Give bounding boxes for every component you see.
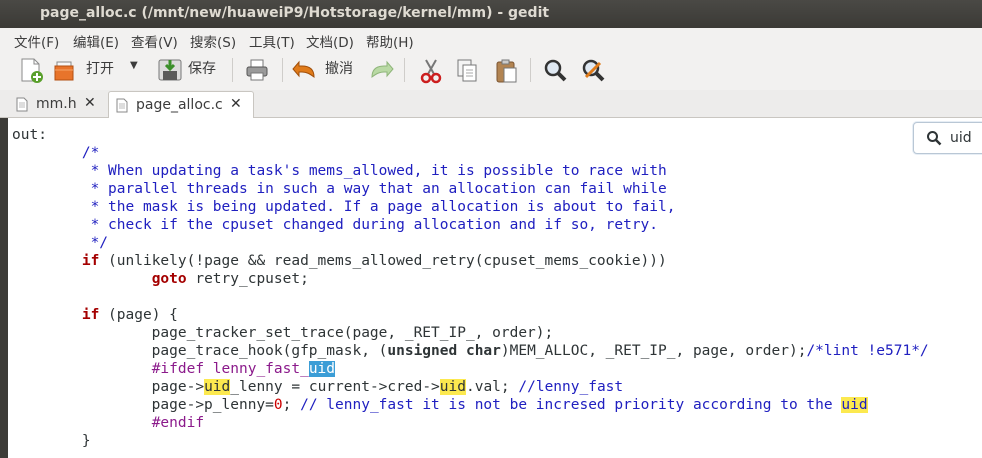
menu-file[interactable]: 文件(F) <box>14 31 59 51</box>
search-icon <box>927 131 942 146</box>
document-icon <box>116 98 128 113</box>
menu-help[interactable]: 帮助(H) <box>366 31 414 51</box>
code-view[interactable]: out: /* * When updating a task's mems_al… <box>12 126 929 450</box>
save-icon[interactable] <box>156 56 184 84</box>
find-icon[interactable] <box>542 57 568 85</box>
cut-icon[interactable] <box>418 57 444 85</box>
tab-bar: mm.h ✕ page_alloc.c ✕ <box>0 90 982 118</box>
toolbar-separator <box>282 58 283 82</box>
window-title: page_alloc.c (/mnt/new/huaweiP9/Hotstora… <box>40 5 550 21</box>
paste-icon[interactable] <box>494 57 520 85</box>
document-icon <box>16 97 28 112</box>
chevron-down-icon[interactable]: ▼ <box>130 60 138 71</box>
tab-page-alloc-c[interactable]: page_alloc.c ✕ <box>108 91 254 118</box>
menu-edit[interactable]: 编辑(E) <box>73 31 119 51</box>
tab-label: page_alloc.c <box>136 97 223 113</box>
open-icon[interactable] <box>52 56 80 84</box>
menu-search[interactable]: 搜索(S) <box>190 31 236 51</box>
redo-icon[interactable] <box>366 58 394 82</box>
menu-view[interactable]: 查看(V) <box>131 31 178 51</box>
title-bar: page_alloc.c (/mnt/new/huaweiP9/Hotstora… <box>0 0 982 28</box>
undo-button[interactable]: 撤消 <box>325 58 353 78</box>
close-icon[interactable]: ✕ <box>230 96 242 112</box>
toolbar-separator <box>530 58 531 82</box>
save-button[interactable]: 保存 <box>188 58 216 78</box>
copy-icon[interactable] <box>454 57 480 85</box>
side-panel-edge <box>0 118 8 458</box>
search-popup[interactable]: uid <box>913 122 982 154</box>
close-icon[interactable]: ✕ <box>84 95 96 111</box>
text-editor[interactable]: out: /* * When updating a task's mems_al… <box>8 118 982 458</box>
toolbar-separator <box>404 58 405 82</box>
new-document-icon[interactable] <box>18 56 44 84</box>
toolbar <box>0 52 982 90</box>
tab-mm-h[interactable]: mm.h ✕ <box>10 91 106 117</box>
undo-icon[interactable] <box>292 58 320 82</box>
toolbar-separator <box>232 58 233 82</box>
menu-tools[interactable]: 工具(T) <box>249 31 295 51</box>
tab-label: mm.h <box>36 96 77 112</box>
menu-documents[interactable]: 文档(D) <box>306 31 354 51</box>
search-input[interactable]: uid <box>950 130 972 146</box>
open-button[interactable]: 打开 <box>86 58 114 78</box>
menu-bar: 文件(F) 编辑(E) 查看(V) 搜索(S) 工具(T) 文档(D) 帮助(H… <box>0 28 982 53</box>
find-replace-icon[interactable] <box>580 57 606 85</box>
print-icon[interactable] <box>244 56 270 84</box>
